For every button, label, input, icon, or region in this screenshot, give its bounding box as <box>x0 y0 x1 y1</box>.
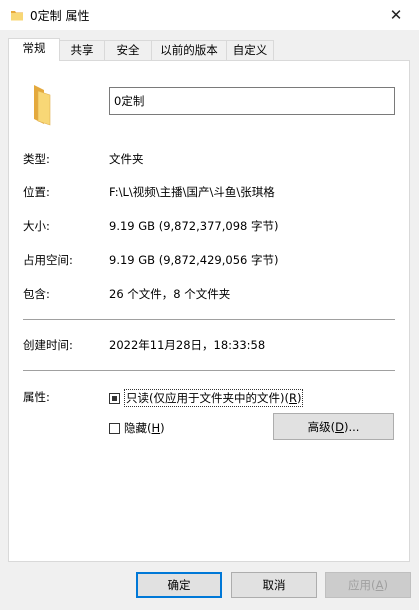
readonly-checkbox-label: 只读(仅应用于文件夹中的文件)(R) <box>124 389 304 407</box>
divider <box>23 319 395 320</box>
tab-customize[interactable]: 自定义 <box>226 40 274 60</box>
location-label: 位置: <box>23 185 50 199</box>
hidden-checkbox-row[interactable]: 隐藏(H) <box>109 420 165 436</box>
divider <box>23 370 395 371</box>
title-bar: 0定制 属性 ✕ <box>0 0 419 30</box>
contains-value: 26 个文件，8 个文件夹 <box>109 287 231 301</box>
ok-button[interactable]: 确定 <box>136 572 222 598</box>
tab-security[interactable]: 安全 <box>104 40 152 60</box>
cancel-button[interactable]: 取消 <box>231 572 317 598</box>
type-row: 类型: 文件夹 <box>23 151 403 167</box>
apply-button[interactable]: 应用(A) <box>325 572 411 598</box>
close-button[interactable]: ✕ <box>373 0 419 30</box>
location-row: 位置: F:\L\视频\主播\国产\斗鱼\张琪格 <box>23 184 403 200</box>
type-label: 类型: <box>23 152 50 166</box>
tab-sharing[interactable]: 共享 <box>59 40 105 60</box>
created-label: 创建时间: <box>23 338 73 352</box>
tab-general[interactable]: 常规 <box>8 38 60 61</box>
size-label: 大小: <box>23 219 50 233</box>
disk-size-label: 占用空间: <box>23 253 73 267</box>
general-panel: 类型: 文件夹 位置: F:\L\视频\主播\国产\斗鱼\张琪格 大小: 9.1… <box>8 60 410 562</box>
tab-strip: 常规 共享 安全 以前的版本 自定义 <box>0 38 419 61</box>
window-title: 0定制 属性 <box>30 9 90 23</box>
size-value: 9.19 GB (9,872,377,098 字节) <box>109 219 279 233</box>
hidden-checkbox[interactable] <box>109 422 120 434</box>
size-row: 大小: 9.19 GB (9,872,377,098 字节) <box>23 218 403 234</box>
type-value: 文件夹 <box>109 152 144 166</box>
created-value: 2022年11月28日，18:33:58 <box>109 338 266 352</box>
readonly-checkbox[interactable] <box>109 392 120 404</box>
attributes-label: 属性: <box>23 390 50 404</box>
folder-name-input[interactable] <box>109 87 395 115</box>
hidden-checkbox-label: 隐藏(H) <box>124 421 165 435</box>
disk-size-value: 9.19 GB (9,872,429,056 字节) <box>109 253 279 267</box>
location-value: F:\L\视频\主播\国产\斗鱼\张琪格 <box>109 185 275 199</box>
large-folder-icon <box>29 83 63 130</box>
advanced-button[interactable]: 高级(D)... <box>273 413 394 440</box>
disk-size-row: 占用空间: 9.19 GB (9,872,429,056 字节) <box>23 252 403 268</box>
created-row: 创建时间: 2022年11月28日，18:33:58 <box>23 337 403 353</box>
contains-row: 包含: 26 个文件，8 个文件夹 <box>23 286 403 302</box>
close-icon: ✕ <box>389 6 403 24</box>
readonly-checkbox-row[interactable]: 只读(仅应用于文件夹中的文件)(R) <box>109 389 304 407</box>
folder-icon <box>10 8 24 25</box>
tab-previous-versions[interactable]: 以前的版本 <box>151 40 227 60</box>
contains-label: 包含: <box>23 287 50 301</box>
